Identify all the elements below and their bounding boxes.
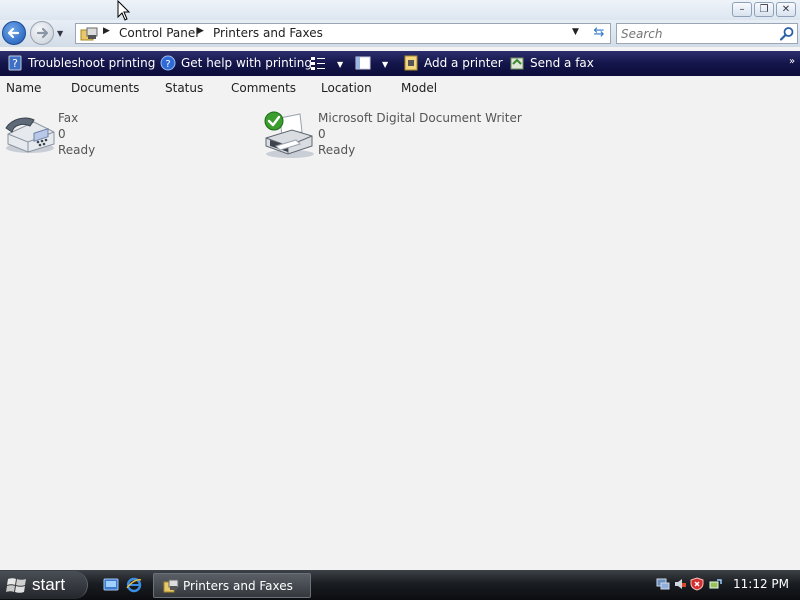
start-label: start xyxy=(32,575,66,594)
search-box[interactable] xyxy=(616,23,798,44)
item-status: Ready xyxy=(58,143,96,157)
security-shield-icon[interactable] xyxy=(690,577,704,591)
taskbar: start Printers and Faxes 11:12 PM xyxy=(0,570,800,600)
network-icon[interactable] xyxy=(656,577,670,591)
taskbar-window-printers-and-faxes[interactable]: Printers and Faxes xyxy=(153,573,311,598)
printers-folder-icon xyxy=(80,27,98,41)
printers-folder-icon xyxy=(163,579,179,593)
get-help-printing-label: Get help with printing xyxy=(181,56,312,70)
search-icon[interactable] xyxy=(779,26,795,42)
volume-icon[interactable] xyxy=(673,577,687,591)
get-help-printing-button[interactable]: ? Get help with printing xyxy=(160,54,312,73)
item-name: Fax xyxy=(58,111,79,125)
layout-icon xyxy=(355,56,371,69)
list-item-printer[interactable]: Microsoft Digital Document Writer 0 Read… xyxy=(260,110,560,160)
arrow-left-icon xyxy=(7,27,20,39)
add-printer-label: Add a printer xyxy=(424,56,503,70)
troubleshoot-printing-button[interactable]: ? Troubleshoot printing xyxy=(7,54,155,73)
item-documents: 0 xyxy=(318,127,326,141)
list-item-fax[interactable]: Fax 0 Ready xyxy=(2,110,202,160)
send-fax-button[interactable]: Send a fax xyxy=(509,54,594,73)
more-commands-chevron-icon[interactable]: » xyxy=(789,56,795,67)
add-printer-button[interactable]: Add a printer xyxy=(403,54,503,73)
address-bar[interactable]: ▶ Control Panel ▶ Printers and Faxes ▼ ⇆ xyxy=(75,23,611,44)
help-question-icon: ? xyxy=(8,55,22,70)
command-bar: ? Troubleshoot printing ? Get help with … xyxy=(0,51,800,76)
navigation-bar: ▼ ▶ Control Panel ▶ Printers and Faxes ▼… xyxy=(0,20,800,47)
back-button[interactable] xyxy=(2,21,26,45)
views-icon xyxy=(311,56,325,70)
column-header-status[interactable]: Status xyxy=(165,81,203,95)
arrow-right-icon xyxy=(36,27,49,39)
column-header-model[interactable]: Model xyxy=(401,81,437,95)
show-desktop-icon[interactable] xyxy=(103,577,119,593)
column-header-documents[interactable]: Documents xyxy=(71,81,139,95)
windows-logo-icon xyxy=(6,578,26,593)
clock[interactable]: 11:12 PM xyxy=(733,577,789,591)
help-globe-icon: ? xyxy=(160,55,176,70)
recent-pages-dropdown[interactable]: ▼ xyxy=(57,29,63,38)
address-history-dropdown[interactable]: ▼ xyxy=(572,27,579,37)
item-name: Microsoft Digital Document Writer xyxy=(318,111,522,125)
views-button[interactable]: ▼ xyxy=(310,54,343,73)
column-header-name[interactable]: Name xyxy=(6,81,41,95)
views-dropdown-icon[interactable]: ▼ xyxy=(337,60,343,69)
svg-text:?: ? xyxy=(165,59,170,70)
column-headers: Name Documents Status Comments Location … xyxy=(0,78,800,100)
maximize-button[interactable]: ❐ xyxy=(754,2,774,17)
fax-machine-icon xyxy=(5,117,55,153)
default-printer-check-icon xyxy=(264,111,284,131)
send-fax-label: Send a fax xyxy=(530,56,594,70)
start-button[interactable]: start xyxy=(0,571,88,599)
breadcrumb-control-panel[interactable]: Control Panel xyxy=(119,26,199,40)
column-header-comments[interactable]: Comments xyxy=(231,81,296,95)
forward-button[interactable] xyxy=(30,21,54,45)
minimize-button[interactable]: – xyxy=(732,2,752,17)
system-tray: 11:12 PM xyxy=(654,570,800,600)
item-documents: 0 xyxy=(58,127,66,141)
refresh-icon[interactable]: ⇆ xyxy=(590,25,608,43)
taskbar-window-label: Printers and Faxes xyxy=(183,579,293,593)
internet-explorer-icon[interactable] xyxy=(126,577,142,593)
send-fax-icon xyxy=(510,57,524,69)
troubleshoot-printing-label: Troubleshoot printing xyxy=(28,56,156,70)
network-activity-icon[interactable] xyxy=(709,577,723,591)
add-printer-icon xyxy=(404,55,418,70)
svg-text:?: ? xyxy=(12,57,18,70)
layout-button[interactable]: ▼ xyxy=(355,54,388,73)
breadcrumb-separator-icon[interactable]: ▶ xyxy=(103,26,110,36)
breadcrumb-separator-icon[interactable]: ▶ xyxy=(197,26,204,36)
close-button[interactable]: ✕ xyxy=(776,2,796,17)
item-status: Ready xyxy=(318,143,356,157)
search-input[interactable] xyxy=(621,26,771,41)
layout-dropdown-icon[interactable]: ▼ xyxy=(382,60,388,69)
breadcrumb-printers-and-faxes[interactable]: Printers and Faxes xyxy=(213,26,323,40)
column-header-location[interactable]: Location xyxy=(321,81,372,95)
mouse-cursor-icon xyxy=(117,0,131,21)
